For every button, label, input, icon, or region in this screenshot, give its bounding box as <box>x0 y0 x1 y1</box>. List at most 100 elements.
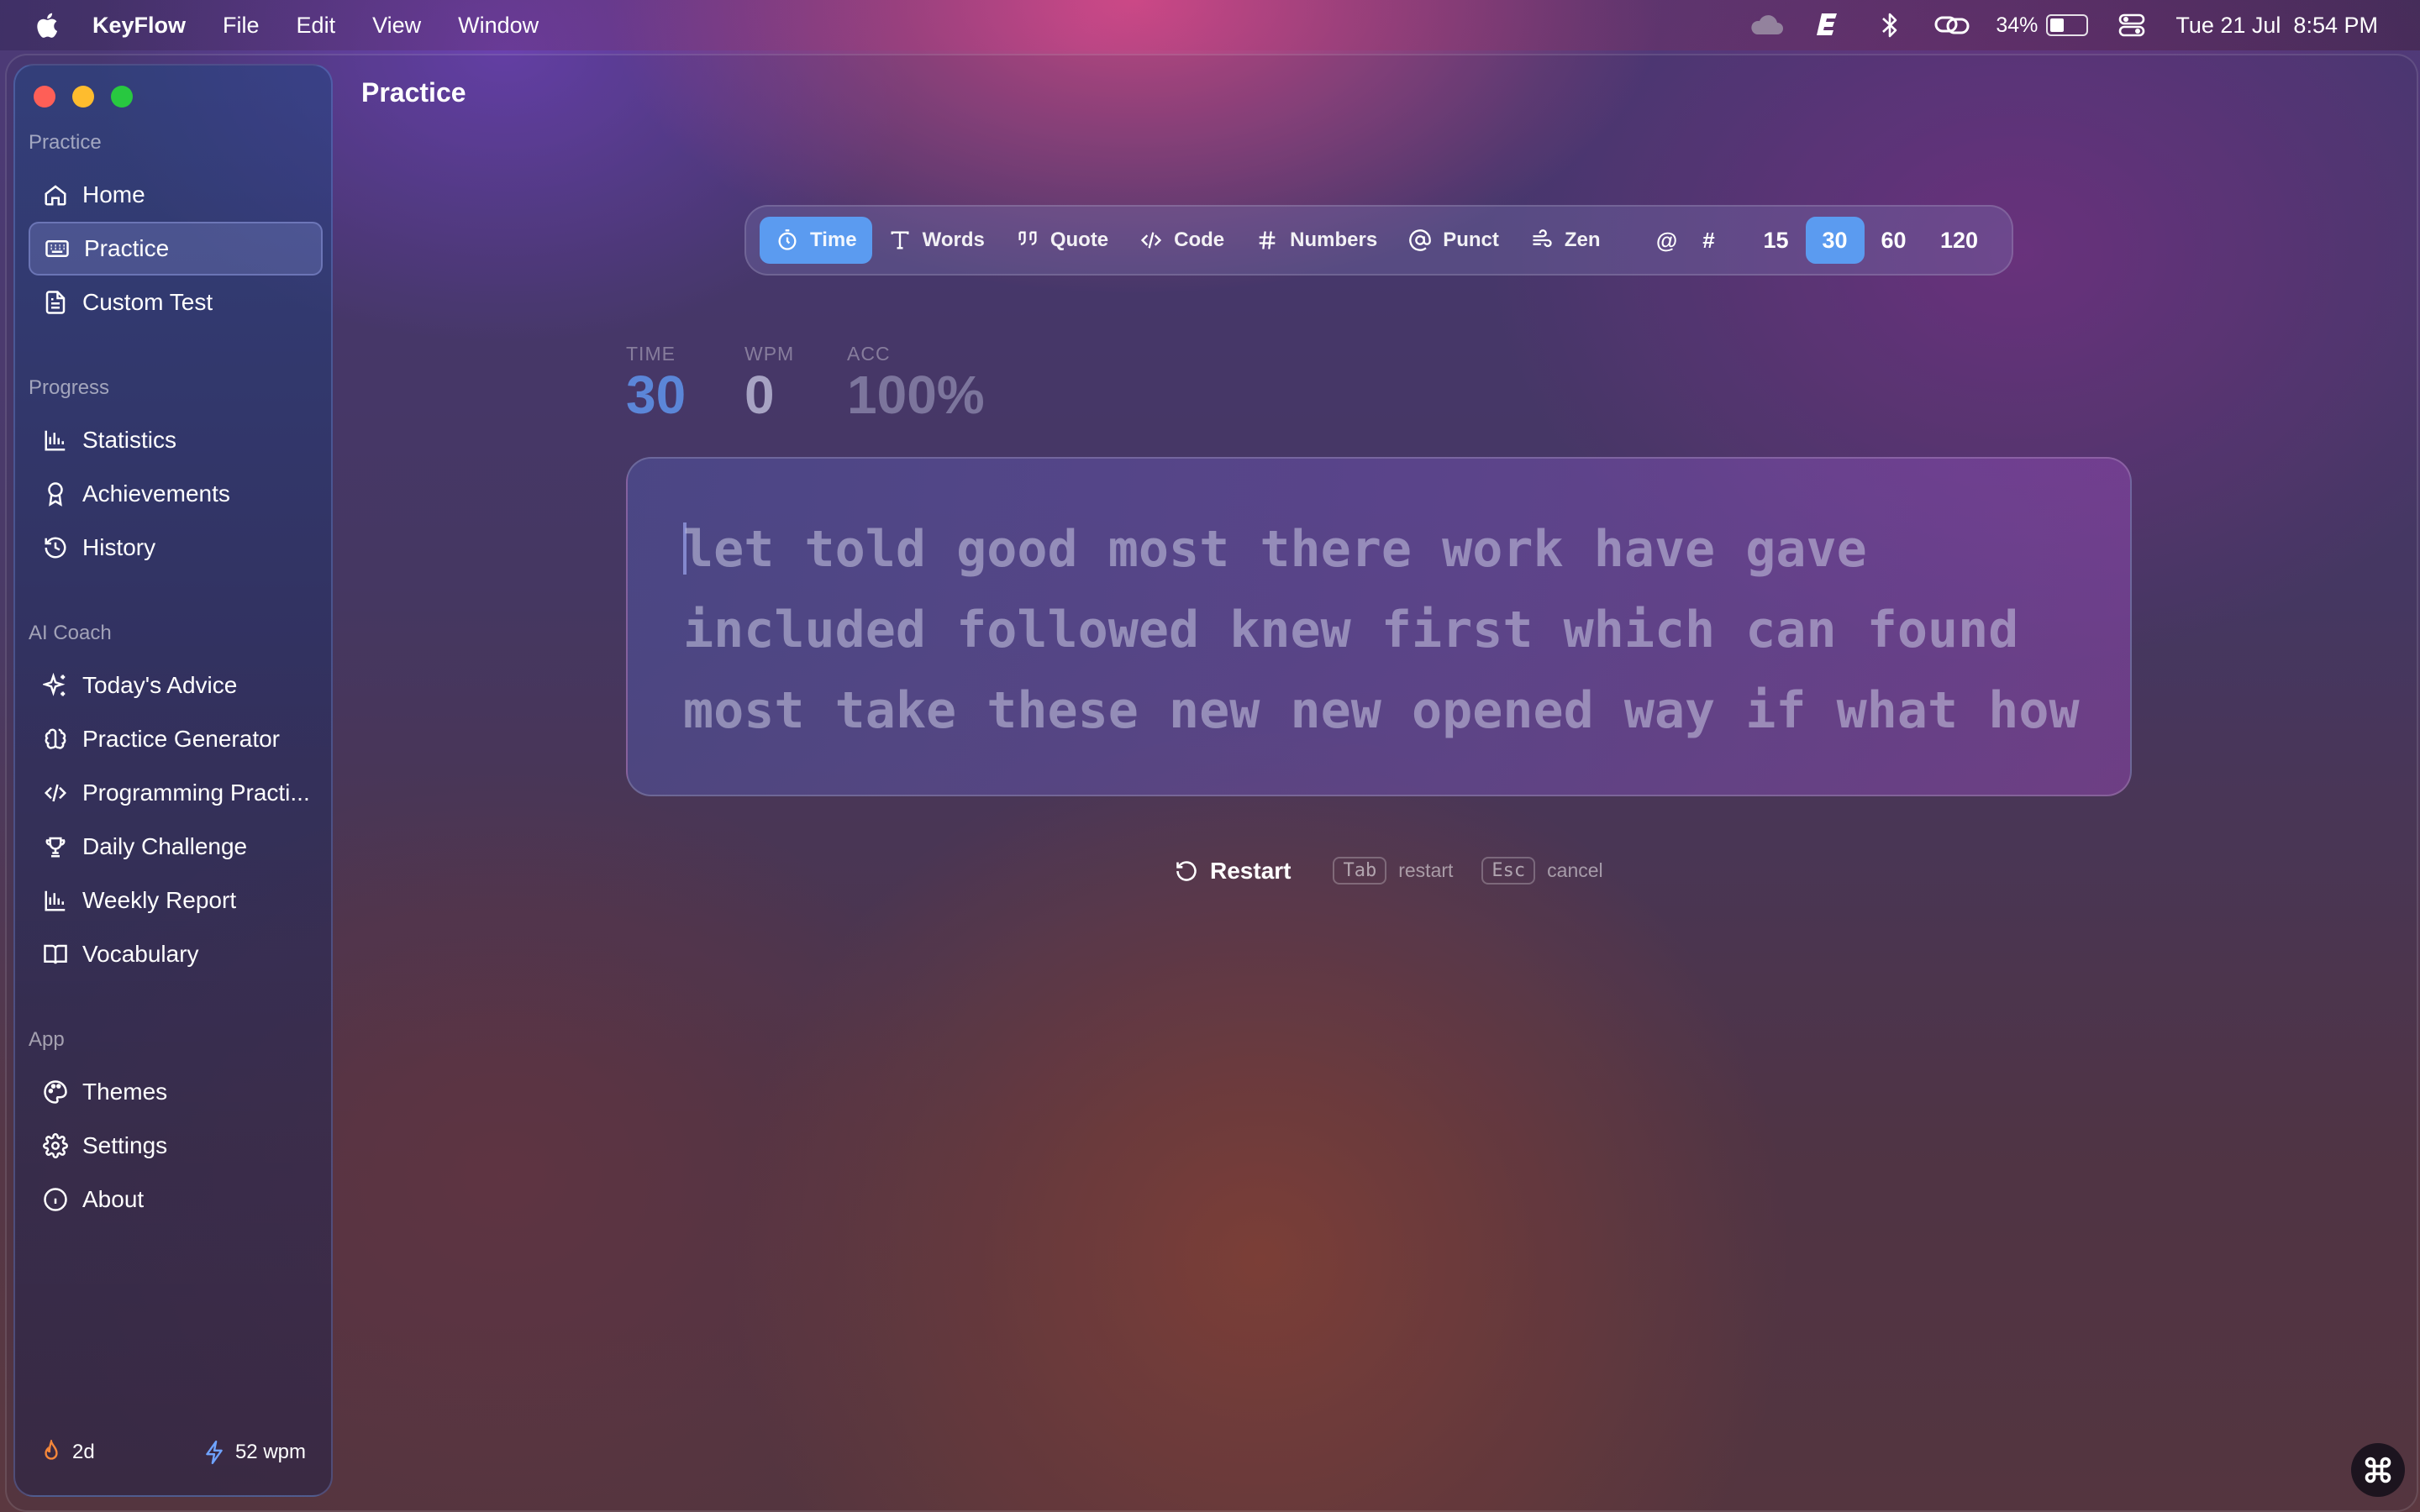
section-label-practice: Practice <box>29 131 102 154</box>
restart-label: Restart <box>1210 857 1292 884</box>
app-menu[interactable]: KeyFlow <box>92 13 186 39</box>
mode-punct-button[interactable]: Punct <box>1392 217 1514 264</box>
battery-icon <box>2046 14 2089 36</box>
window-menu[interactable]: Window <box>458 13 539 39</box>
status-area: 34% Tue 21 Jul 8:54 PM <box>1747 0 2378 50</box>
command-icon <box>2365 1457 2391 1483</box>
hash-icon <box>1255 228 1280 253</box>
award-icon <box>40 479 71 509</box>
section-label-progress: Progress <box>29 376 110 399</box>
cloud-icon[interactable] <box>1747 11 1784 39</box>
quote-icon <box>1015 228 1040 253</box>
bluetooth-icon[interactable] <box>1871 11 1908 39</box>
document-icon <box>40 287 71 318</box>
flame-icon <box>45 1440 58 1460</box>
sidebar-item-practice[interactable]: Practice <box>29 222 323 276</box>
duration-60-button[interactable]: 60 <box>1865 217 1923 264</box>
sidebar-item-history[interactable]: History <box>29 521 323 575</box>
duration-30-button[interactable]: 30 <box>1805 217 1865 264</box>
typing-line: most take these new new opened way if wh… <box>683 681 2080 740</box>
tab-key-desc: restart <box>1398 859 1454 881</box>
accuracy-value: 100% <box>847 365 985 425</box>
control-center-icon[interactable] <box>2113 11 2150 39</box>
sidebar-item-custom-test[interactable]: Custom Test <box>29 276 323 329</box>
sidebar-item-label: Daily Challenge <box>82 833 248 859</box>
restart-button[interactable]: Restart <box>1175 858 1291 885</box>
sidebar-item-label: Vocabulary <box>82 941 199 967</box>
punctuation-toggle[interactable]: @ <box>1646 217 1688 264</box>
accuracy-label: ACC <box>847 343 891 365</box>
home-icon <box>40 180 71 210</box>
link-icon[interactable] <box>1933 11 1970 39</box>
mode-code-button[interactable]: Code <box>1123 217 1239 264</box>
command-icon-button[interactable] <box>2351 1443 2405 1497</box>
sidebar-item-home[interactable]: Home <box>29 168 323 222</box>
time-stat: TIME 30 <box>626 343 686 426</box>
page-title: Practice <box>361 77 466 108</box>
history-icon <box>40 533 71 563</box>
duration-15-button[interactable]: 15 <box>1747 217 1806 264</box>
e-app-icon[interactable] <box>1809 11 1846 39</box>
text-icon <box>887 228 913 253</box>
sidebar-item-practice-generator[interactable]: Practice Generator <box>29 712 323 766</box>
sidebar-item-label: Settings <box>82 1132 168 1158</box>
file-menu[interactable]: File <box>223 13 260 39</box>
sidebar-item-label: Home <box>82 181 145 207</box>
sidebar-item-programming-practice[interactable]: Programming Practi... <box>29 766 323 820</box>
battery-indicator[interactable]: 34% <box>1996 13 2089 38</box>
view-menu[interactable]: View <box>372 13 421 39</box>
hint-row: Restart Tab restart Esc cancel <box>1175 857 1603 885</box>
speed-value: 52 wpm <box>234 1441 306 1463</box>
bar-chart-icon <box>40 425 71 455</box>
typing-area[interactable]: let told good most there work have gave … <box>626 457 2132 796</box>
sidebar-item-statistics[interactable]: Statistics <box>29 413 323 467</box>
code-icon <box>40 778 71 808</box>
mode-zen-button[interactable]: Zen <box>1514 217 1616 264</box>
wpm-label: WPM <box>744 343 795 365</box>
duration-120-button[interactable]: 120 <box>1923 217 1996 264</box>
battery-percent: 34% <box>1996 13 2039 37</box>
at-icon <box>1407 228 1433 253</box>
mode-numbers-button[interactable]: Numbers <box>1239 217 1392 264</box>
menu-bar: KeyFlow File Edit View Window 34% Tue 21… <box>0 0 2420 50</box>
apple-menu-icon[interactable] <box>34 11 59 39</box>
tab-key-hint: Tab <box>1333 857 1387 885</box>
edit-menu[interactable]: Edit <box>297 13 336 39</box>
mode-label: Time <box>810 228 857 251</box>
sidebar-item-label: Achievements <box>82 480 230 507</box>
sidebar-item-about[interactable]: About <box>29 1173 323 1226</box>
numbers-toggle[interactable]: # <box>1688 217 1730 264</box>
gear-icon <box>40 1131 71 1161</box>
sidebar-item-settings[interactable]: Settings <box>29 1119 323 1173</box>
palette-icon <box>40 1077 71 1107</box>
sidebar-item-weekly-report[interactable]: Weekly Report <box>29 874 323 927</box>
sidebar-item-achievements[interactable]: Achievements <box>29 467 323 521</box>
zoom-window-button[interactable] <box>111 86 133 108</box>
sidebar-item-themes[interactable]: Themes <box>29 1065 323 1119</box>
lightning-icon <box>206 1440 223 1465</box>
sidebar-item-daily-challenge[interactable]: Daily Challenge <box>29 820 323 874</box>
mode-label: Zen <box>1564 228 1601 251</box>
sidebar-item-label: Statistics <box>82 427 177 453</box>
clock[interactable]: Tue 21 Jul 8:54 PM <box>2175 13 2378 39</box>
sidebar: Practice Home Practice Custom Test Progr… <box>13 64 333 1497</box>
sidebar-item-todays-advice[interactable]: Today's Advice <box>29 659 323 712</box>
sidebar-item-label: Custom Test <box>82 289 213 315</box>
close-window-button[interactable] <box>34 86 55 108</box>
code-icon <box>1139 228 1164 253</box>
minimize-window-button[interactable] <box>72 86 94 108</box>
sidebar-item-label: Themes <box>82 1079 168 1105</box>
accuracy-stat: ACC 100% <box>847 343 985 426</box>
trophy-icon <box>40 832 71 862</box>
sidebar-item-label: Weekly Report <box>82 887 237 913</box>
mode-label: Words <box>922 228 985 251</box>
sidebar-footer: 2d 52 wpm <box>15 1440 331 1465</box>
mode-label: Code <box>1174 228 1225 251</box>
mode-time-button[interactable]: Time <box>760 217 872 264</box>
sidebar-item-vocabulary[interactable]: Vocabulary <box>29 927 323 981</box>
typing-line: let told good most there work have gave <box>683 520 1867 579</box>
typing-text: let told good most there work have gave … <box>683 509 2080 751</box>
mode-words-button[interactable]: Words <box>872 217 1000 264</box>
mode-quote-button[interactable]: Quote <box>1000 217 1123 264</box>
mode-label: Quote <box>1050 228 1109 251</box>
